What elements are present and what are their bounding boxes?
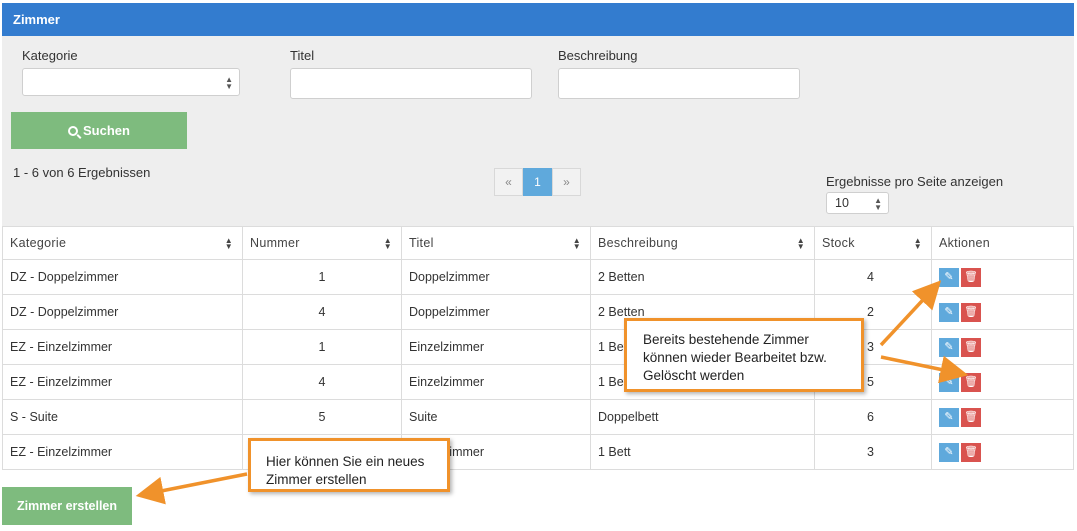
callout-create: Hier können Sie ein neues Zimmer erstell… bbox=[248, 438, 450, 492]
annotation-arrows bbox=[135, 280, 969, 505]
arrow-to-edit bbox=[879, 280, 942, 347]
callout-edit-delete: Bereits bestehende Zimmer können wieder … bbox=[624, 318, 864, 392]
arrow-to-create bbox=[135, 472, 248, 505]
arrow-to-delete bbox=[880, 355, 969, 384]
